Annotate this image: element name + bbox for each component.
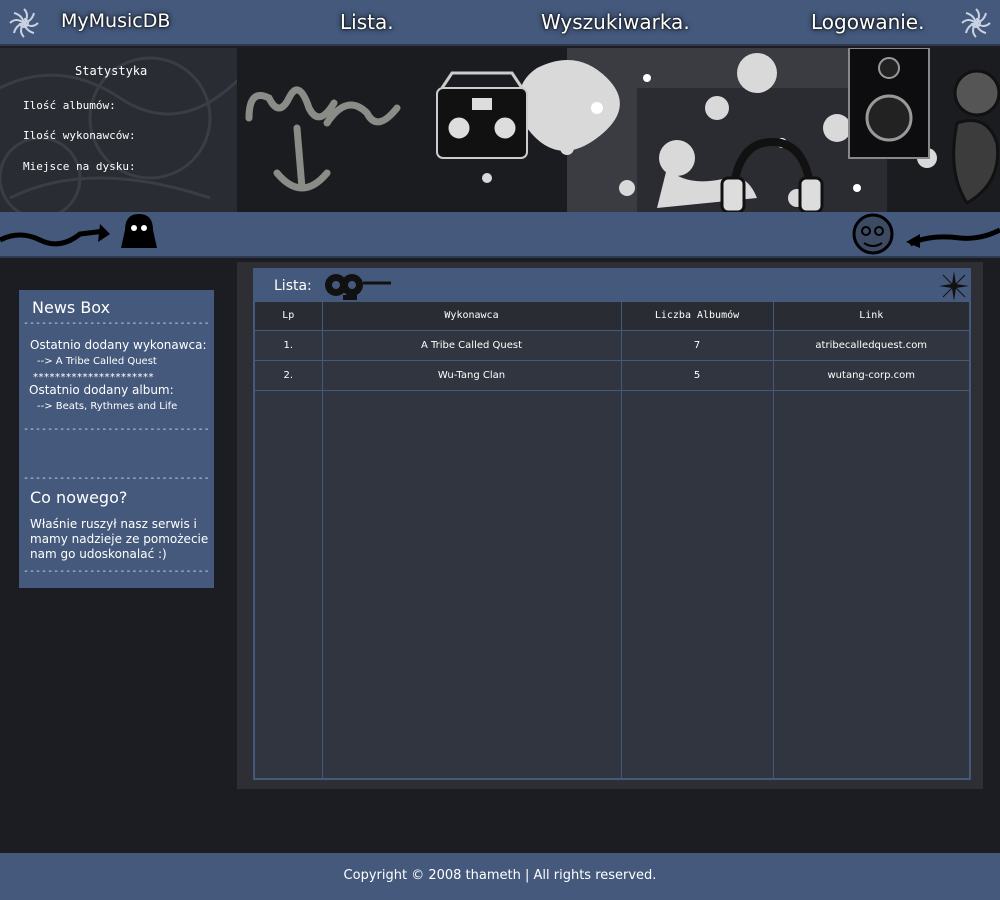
list-panel: Lista: Lp Wykonawca Liczba Albumów Link … (253, 268, 971, 780)
nav-wyszukiwarka[interactable]: Wyszukiwarka. (541, 10, 690, 34)
table-row: 1. A Tribe Called Quest 7 atribecalledqu… (255, 330, 969, 361)
spiral-logo-icon (9, 8, 39, 38)
nav-lista[interactable]: Lista. (340, 10, 394, 34)
column-header-link[interactable]: Link (773, 302, 969, 331)
nav-logowanie[interactable]: Logowanie. (811, 10, 924, 34)
news-divider: ------------------------------- (23, 566, 210, 577)
whats-new-title: Co nowego? (30, 488, 128, 507)
last-artist-label: Ostatnio dodany wykonawca: (30, 338, 207, 352)
last-album-label: Ostatnio dodany album: (29, 383, 174, 397)
stats-panel: Statystyka Ilość albumów: Ilość wykonawc… (0, 48, 237, 212)
page: MyMusicDB Lista. Wyszukiwarka. Logowanie… (0, 0, 1000, 900)
list-title: Lista: (274, 278, 312, 294)
spiral-logo-icon (961, 8, 991, 38)
row-number: 1. (255, 330, 323, 361)
table-row: 2. Wu-Tang Clan 5 wutang-corp.com (255, 360, 969, 391)
footer: Copyright © 2008 thameth | All rights re… (0, 853, 1000, 900)
stats-albums-label: Ilość albumów: (23, 99, 116, 112)
header-banner (237, 48, 1000, 212)
row-number: 2. (255, 360, 323, 391)
list-header: Lista: (255, 270, 969, 302)
brand-link[interactable]: MyMusicDB (61, 10, 170, 32)
row-artist[interactable]: Wu-Tang Clan (322, 360, 622, 391)
column-divider (773, 390, 774, 780)
copyright-text: Copyright © 2008 thameth | All rights re… (343, 868, 657, 883)
sparkle-icon (939, 271, 969, 301)
column-divider (621, 390, 622, 780)
decorative-strip (0, 212, 1000, 258)
table-header-row: Lp Wykonawca Liczba Albumów Link (255, 302, 969, 331)
stats-disk-label: Miejsce na dysku: (23, 160, 136, 173)
top-nav-bar: MyMusicDB Lista. Wyszukiwarka. Logowanie… (0, 0, 1000, 46)
whats-new-text: Właśnie ruszył nasz serwis i mamy nadzie… (30, 517, 209, 561)
turntable-icon (325, 274, 391, 300)
row-link[interactable]: atribecalledquest.com (773, 330, 969, 361)
graffiti-banner-image (237, 48, 1000, 212)
row-artist[interactable]: A Tribe Called Quest (322, 330, 622, 361)
column-header-lp[interactable]: Lp (255, 302, 323, 331)
decorative-arrows-graphic (0, 213, 1000, 255)
news-box-title: News Box (32, 298, 111, 317)
row-link[interactable]: wutang-corp.com (773, 360, 969, 391)
stats-artists-label: Ilość wykonawców: (23, 129, 136, 142)
news-divider: ------------------------------- (23, 318, 210, 329)
column-header-artist[interactable]: Wykonawca (322, 302, 622, 331)
artists-table: Lp Wykonawca Liczba Albumów Link 1. A Tr… (255, 302, 969, 391)
last-artist-value[interactable]: --> A Tribe Called Quest (37, 356, 157, 367)
news-divider: ------------------------------- (23, 473, 210, 484)
column-divider (322, 390, 323, 780)
stats-title: Statystyka (75, 64, 148, 78)
row-album-count: 7 (621, 330, 774, 361)
row-album-count: 5 (621, 360, 774, 391)
news-divider: ------------------------------- (23, 424, 210, 435)
news-box: News Box -------------------------------… (19, 290, 214, 588)
column-header-albums[interactable]: Liczba Albumów (621, 302, 774, 331)
news-stars-separator: ********************** (33, 372, 154, 383)
last-album-value[interactable]: --> Beats, Rythmes and Life (37, 401, 177, 412)
